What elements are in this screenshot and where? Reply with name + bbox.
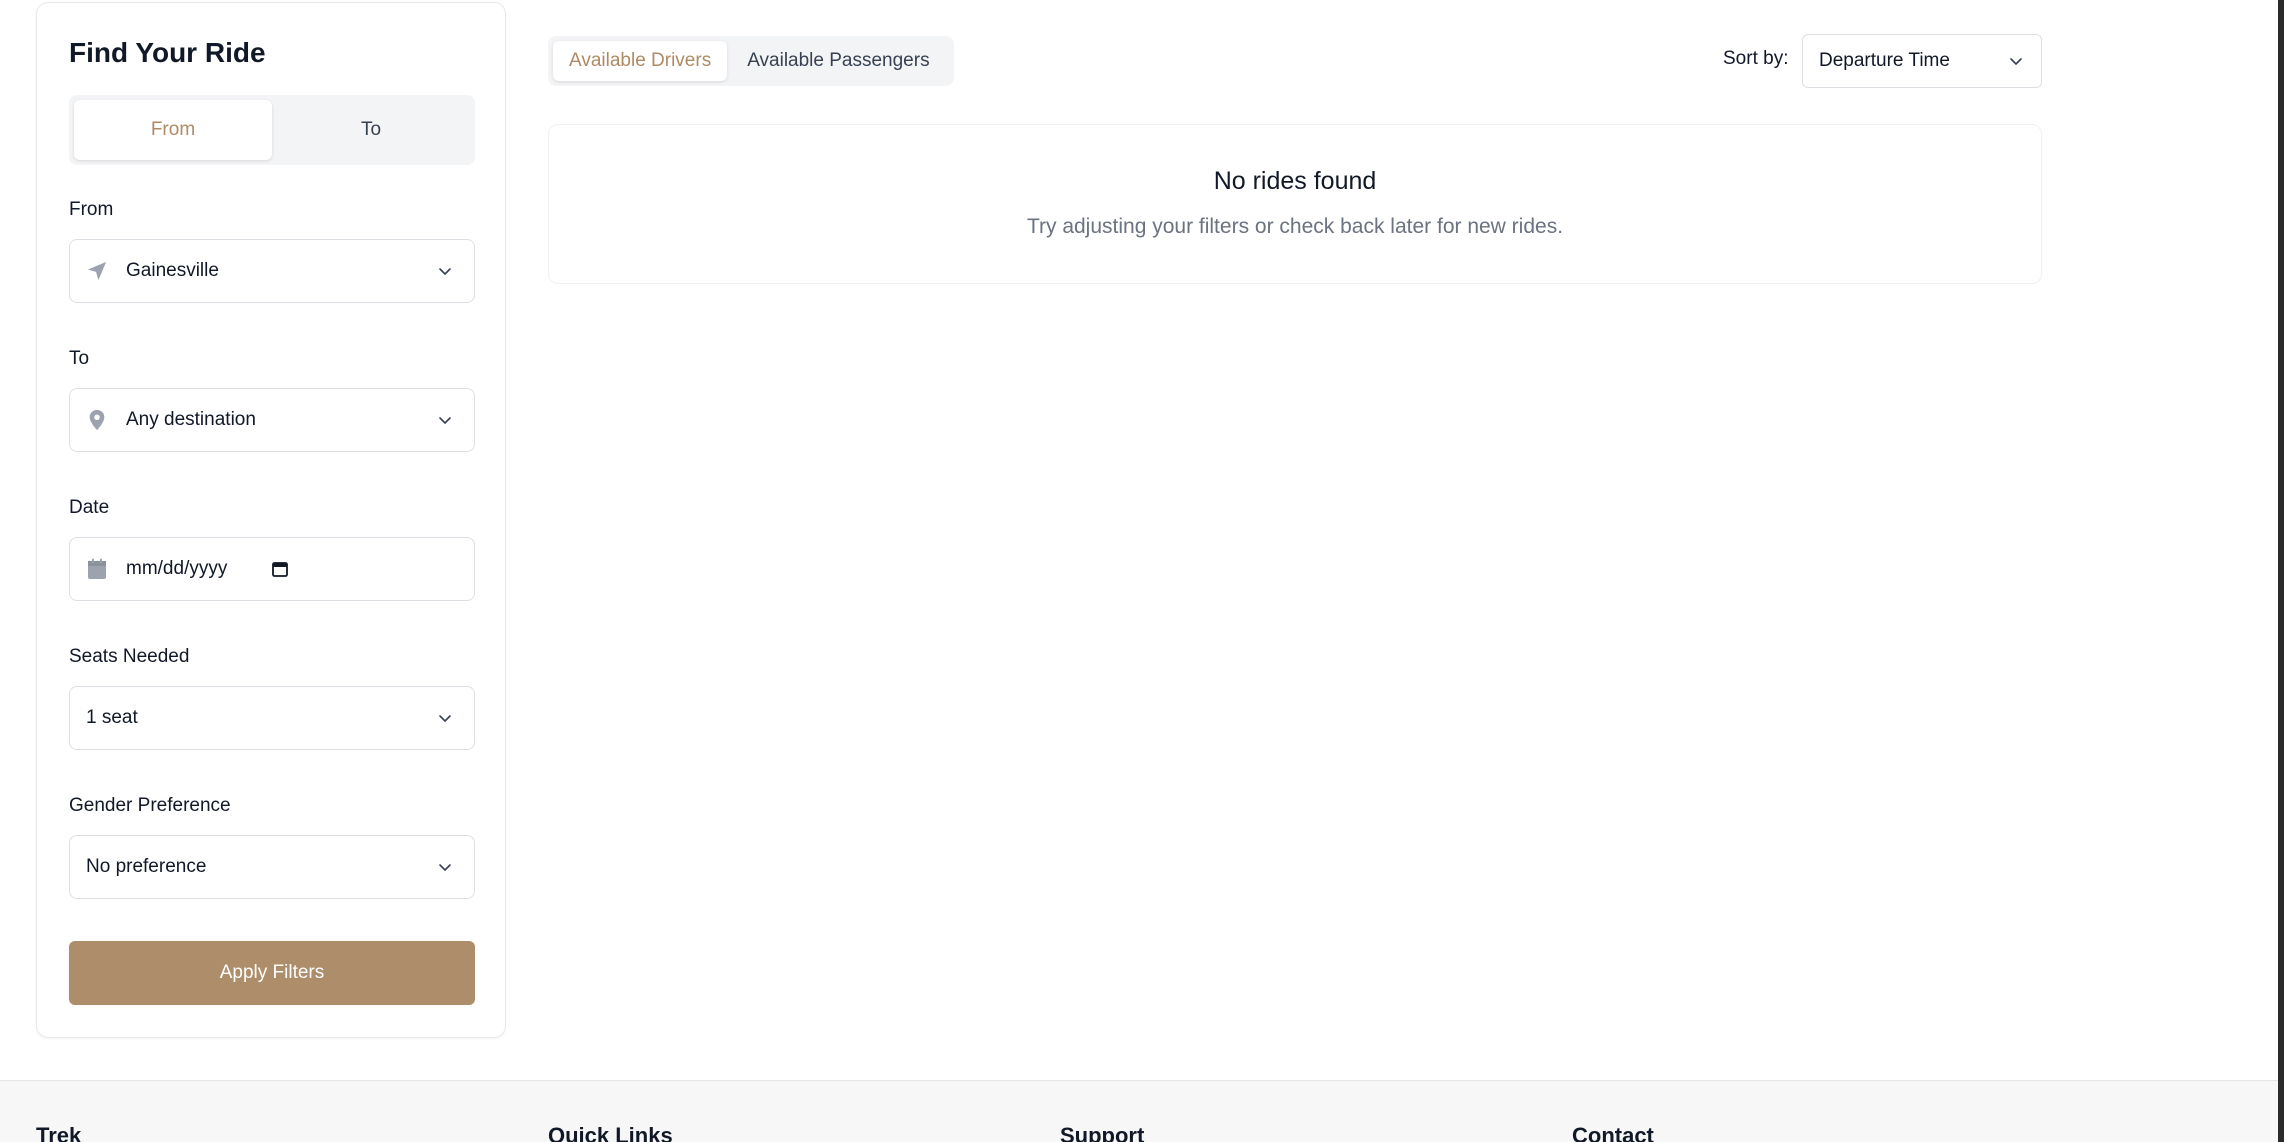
chevron-down-icon (2007, 52, 2025, 70)
chevron-down-icon (436, 858, 454, 876)
date-label: Date (69, 497, 110, 518)
from-label: From (69, 199, 114, 220)
ride-type-tabs: Available Drivers Available Passengers (548, 36, 954, 86)
to-label: To (69, 348, 90, 369)
sort-label: Sort by: (1723, 48, 1789, 69)
tab-available-passengers[interactable]: Available Passengers (731, 41, 945, 81)
window-edge (2278, 0, 2284, 1142)
panel-title: Find Your Ride (69, 37, 266, 68)
footer-contact-heading: Contact (1572, 1123, 1654, 1142)
site-footer: Trek Quick Links Support Contact (0, 1080, 2278, 1142)
footer-support-heading: Support (1060, 1123, 1145, 1142)
tab-available-drivers[interactable]: Available Drivers (553, 41, 728, 81)
seats-value: 1 seat (86, 707, 138, 728)
seats-select[interactable]: 1 seat (69, 686, 475, 750)
direction-toggle: From To (69, 95, 475, 165)
apply-filters-button[interactable]: Apply Filters (69, 941, 475, 1005)
chevron-down-icon (436, 262, 454, 280)
date-input[interactable]: mm/dd/yyyy (126, 558, 474, 580)
to-value: Any destination (126, 409, 256, 430)
empty-state-title: No rides found (1213, 167, 1377, 195)
footer-quick-links-heading: Quick Links (548, 1123, 673, 1142)
empty-state-subtitle: Try adjusting your filters or check back… (1026, 215, 1564, 238)
date-field[interactable]: mm/dd/yyyy (69, 537, 475, 601)
ride-filter-panel: Find Your Ride From To From Gainesville … (36, 2, 506, 1038)
gender-value: No preference (86, 856, 207, 877)
from-select[interactable]: Gainesville (69, 239, 475, 303)
gender-label: Gender Preference (69, 795, 231, 816)
to-select[interactable]: Any destination (69, 388, 475, 452)
chevron-down-icon (436, 709, 454, 727)
sort-select[interactable]: Departure Time (1802, 34, 2042, 88)
date-picker-icon[interactable] (271, 560, 289, 578)
toggle-to-button[interactable]: To (272, 100, 470, 160)
empty-state-card: No rides found Try adjusting your filter… (548, 124, 2042, 284)
navigation-arrow-icon (86, 260, 108, 282)
page: Find Your Ride From To From Gainesville … (0, 0, 2284, 1142)
gender-select[interactable]: No preference (69, 835, 475, 899)
footer-brand: Trek (36, 1123, 82, 1142)
map-pin-icon (86, 409, 108, 431)
chevron-down-icon (436, 411, 454, 429)
toggle-from-button[interactable]: From (74, 100, 272, 160)
calendar-icon (86, 558, 108, 580)
sort-value: Departure Time (1819, 50, 1950, 71)
from-value: Gainesville (126, 260, 219, 281)
seats-label: Seats Needed (69, 646, 190, 667)
